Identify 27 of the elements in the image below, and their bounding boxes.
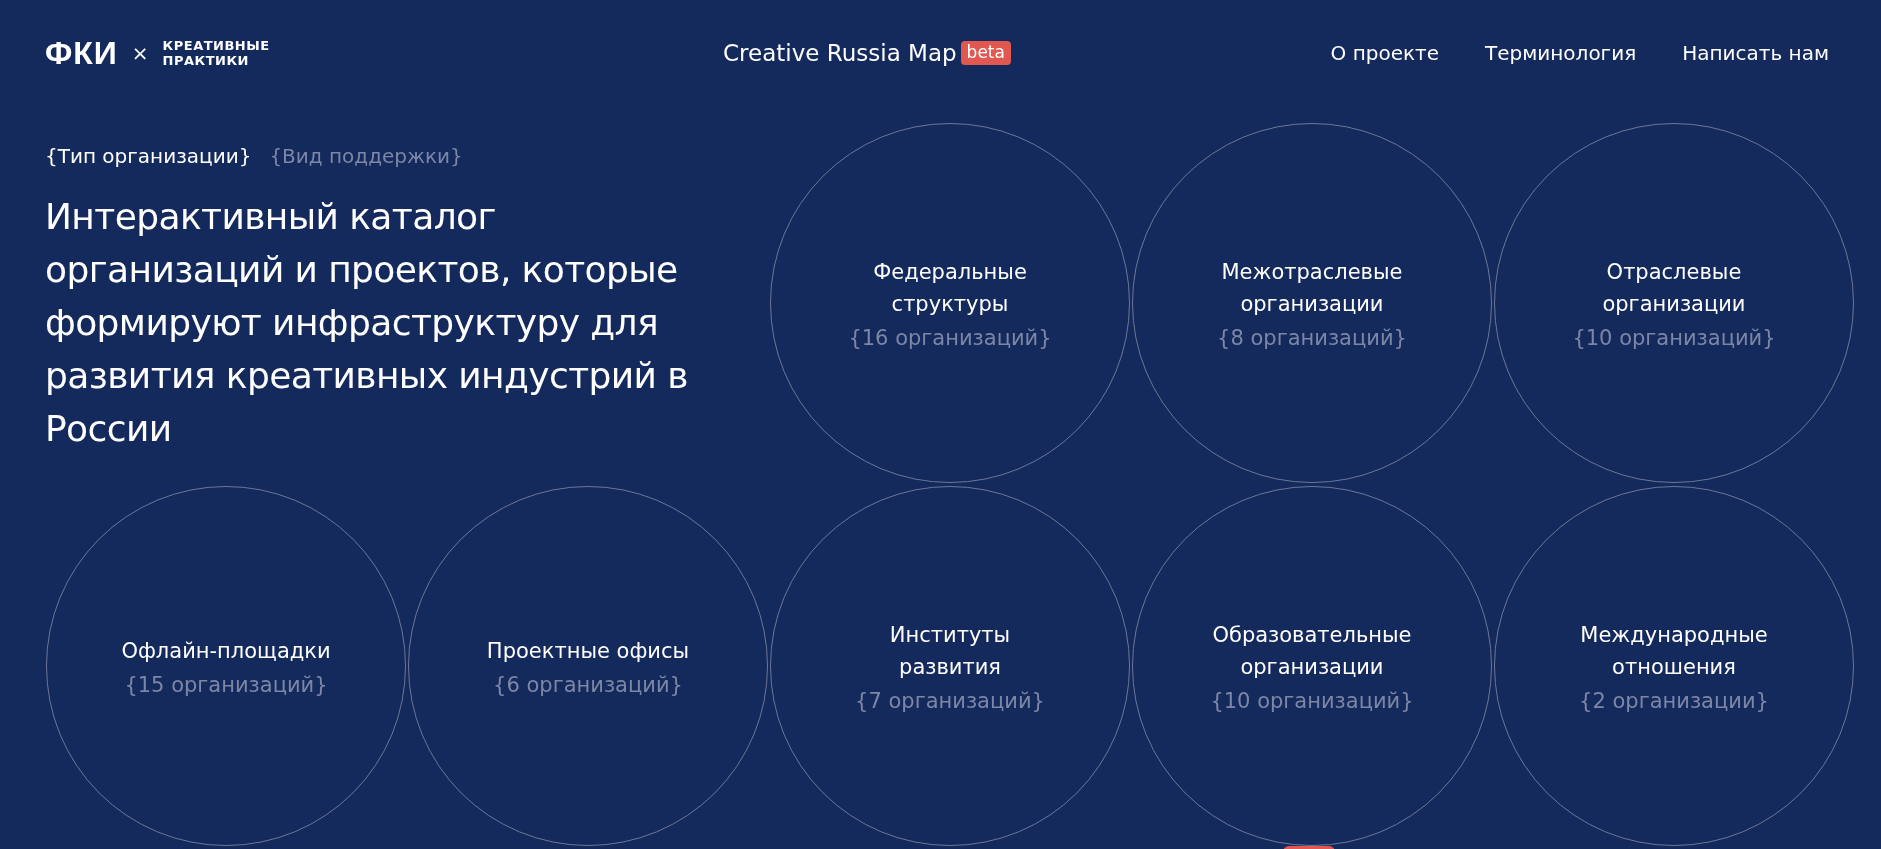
category-title: Международные отношения (1580, 622, 1768, 681)
partner-logo: КРЕАТИВНЫЕ ПРАКТИКИ (162, 38, 270, 68)
category-count: {6 организаций} (493, 673, 683, 697)
cross-icon: × (131, 41, 149, 65)
category-title: Отраслевые организации (1602, 259, 1746, 318)
site-title: Creative Russia Map (723, 40, 957, 66)
category-title: Офлайн-площадки (121, 638, 331, 665)
filter-tab[interactable]: {Тип организации} (45, 144, 252, 168)
category-count: {10 организаций} (1572, 326, 1776, 350)
category-count: {7 организаций} (855, 689, 1045, 713)
nav-link[interactable]: О проекте (1330, 41, 1439, 65)
category-count: {10 организаций} (1210, 689, 1414, 713)
headline: Интерактивный каталог организаций и проектов, которые формируют инфраструктуру для развития креативных индустрий в России (45, 195, 689, 451)
category-count: {16 организаций} (848, 326, 1052, 350)
beta-badge: beta (960, 41, 1011, 65)
category-title: Образовательные организации (1212, 622, 1412, 681)
category-count: {2 организации} (1579, 689, 1769, 713)
nav-link[interactable]: Написать нам (1682, 41, 1829, 65)
category-title: Федеральные структуры (873, 259, 1027, 318)
logo[interactable]: ФКИ (45, 34, 118, 72)
category-count: {8 организаций} (1217, 326, 1407, 350)
category-title: Проектные офисы (486, 638, 690, 665)
category-title: Межотраслевые организации (1221, 259, 1403, 318)
category-count: {15 организаций} (124, 673, 328, 697)
nav-link[interactable]: Терминология (1485, 41, 1637, 65)
filter-tab[interactable]: {Вид поддержки} (269, 144, 463, 168)
category-title: Институты развития (889, 622, 1011, 681)
